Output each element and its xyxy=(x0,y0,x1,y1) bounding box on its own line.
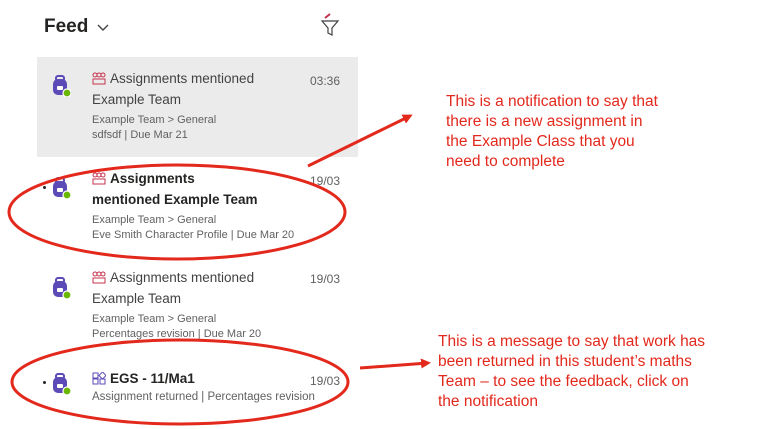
annotation-line: there is a new assignment in xyxy=(446,113,643,130)
annotation-note-returned-work: This is a message to say that work has b… xyxy=(438,332,705,412)
annotation-line: been returned in this student’s maths xyxy=(438,353,692,370)
annotation-arrow xyxy=(359,358,431,370)
annotation-line: Team – to see the feedback, click on xyxy=(438,373,689,390)
highlight-ellipse xyxy=(7,163,347,261)
annotation-line: This is a message to say that work has xyxy=(438,333,706,350)
annotation-line: need to complete xyxy=(446,153,565,170)
annotation-line: the Example Class that you xyxy=(446,133,635,150)
annotation-line: This is a notification to say that xyxy=(446,93,658,110)
annotation-arrow xyxy=(307,114,413,168)
annotation-line: the notification xyxy=(438,393,538,410)
annotation-note-new-assignment: This is a notification to say that there… xyxy=(446,92,658,172)
highlight-ellipse xyxy=(10,338,350,426)
